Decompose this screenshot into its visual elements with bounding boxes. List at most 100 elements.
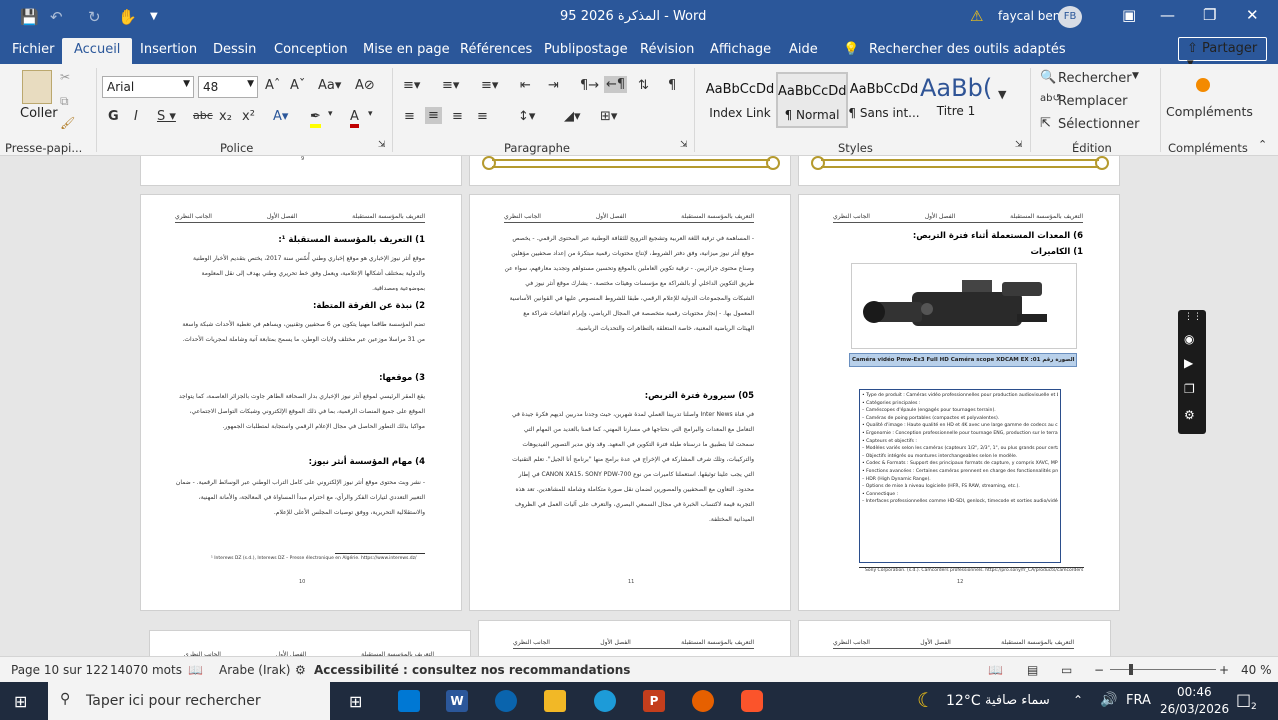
tray-chevron-icon[interactable]: ⌃ <box>1073 693 1083 707</box>
find-dropdown-icon[interactable]: ▼ <box>1132 71 1139 81</box>
accessibility-status[interactable]: Accessibilité : consultez nos recommanda… <box>314 663 630 677</box>
underline-icon[interactable]: S ▾ <box>157 109 176 124</box>
increase-indent-icon[interactable]: ⇥ <box>548 78 559 93</box>
borders-icon[interactable]: ⊞▾ <box>600 109 617 124</box>
styles-more-icon[interactable]: ▼ <box>998 88 1006 101</box>
font-color-dropdown-icon[interactable]: ▾ <box>368 109 373 119</box>
read-mode-icon[interactable]: 📖 <box>988 663 1003 677</box>
brave-icon[interactable] <box>741 690 763 712</box>
ltr-icon[interactable]: ¶→ <box>580 78 599 93</box>
store-icon[interactable] <box>398 690 420 712</box>
font-launcher-icon[interactable]: ⇲ <box>378 140 386 150</box>
styles-launcher-icon[interactable]: ⇲ <box>1015 140 1023 150</box>
outlook-icon[interactable] <box>495 690 517 712</box>
zoom-in-icon[interactable]: + <box>1219 663 1229 677</box>
font-name-field[interactable]: Arial ▼ <box>102 76 194 98</box>
style-normal[interactable]: AaBbCcDd ¶ Normal <box>776 72 848 128</box>
grow-font-icon[interactable]: Aˆ <box>265 78 280 93</box>
zoom-level[interactable]: 40 % <box>1241 663 1272 677</box>
ribbon-display-icon[interactable]: ▣ <box>1122 6 1136 24</box>
edge-icon[interactable] <box>594 690 616 712</box>
tab-revision[interactable]: Révision <box>640 42 694 57</box>
window-icon[interactable]: ❐ <box>1184 382 1200 396</box>
tab-fichier[interactable]: Fichier <box>12 42 55 57</box>
font-size-field[interactable]: 48 ▼ <box>198 76 258 98</box>
print-layout-icon[interactable]: ▤ <box>1027 663 1038 677</box>
style-index-link[interactable]: AaBbCcDd Index Link <box>704 72 776 128</box>
input-language[interactable]: FRA <box>1126 693 1151 708</box>
temperature[interactable]: 12°C <box>946 693 981 709</box>
superscript-icon[interactable]: x² <box>242 109 255 124</box>
justify-icon[interactable]: ≡ <box>477 109 488 124</box>
notifications-icon[interactable]: □ <box>1236 690 1251 709</box>
tab-affichage[interactable]: Affichage <box>710 42 771 57</box>
zoom-slider-thumb[interactable] <box>1129 664 1133 675</box>
tab-publipostage[interactable]: Publipostage <box>544 42 628 57</box>
touch-mode-icon[interactable]: ✋ <box>118 7 137 27</box>
powerpoint-icon[interactable]: P <box>643 690 665 712</box>
page-10[interactable]: الجانب النظري الفصل الأول التعريف بالمؤس… <box>140 194 462 611</box>
firefox-icon[interactable] <box>692 690 714 712</box>
shrink-font-icon[interactable]: Aˇ <box>290 78 305 93</box>
tab-mise-en-page[interactable]: Mise en page <box>363 42 450 57</box>
more-icon[interactable]: ⋮⋮ <box>1184 312 1202 326</box>
maximize-icon[interactable]: ❐ <box>1203 6 1216 24</box>
find-button[interactable]: Rechercher <box>1058 71 1132 86</box>
file-explorer-icon[interactable] <box>544 690 566 712</box>
settings-icon[interactable]: ⚙ <box>1184 408 1200 422</box>
tell-me-search[interactable]: Rechercher des outils adaptés <box>869 42 1066 57</box>
windows-start-icon[interactable]: ⊞ <box>14 692 27 711</box>
tab-references[interactable]: Références <box>460 42 532 57</box>
customize-icon[interactable]: ▼ <box>150 7 158 27</box>
web-layout-icon[interactable]: ▭ <box>1061 663 1072 677</box>
warning-icon[interactable]: ⚠ <box>970 7 983 25</box>
line-spacing-icon[interactable]: ↕▾ <box>518 109 535 124</box>
zoom-slider[interactable] <box>1110 669 1216 670</box>
highlight-dropdown-icon[interactable]: ▾ <box>328 109 333 119</box>
camera-icon[interactable]: ◉ <box>1184 332 1200 346</box>
align-right-icon[interactable]: ≡ <box>452 109 463 124</box>
word-count[interactable]: 14070 mots <box>110 663 182 677</box>
copy-icon[interactable]: ⧉ <box>60 94 69 109</box>
page-11[interactable]: الجانب النظري الفصل الأول التعريف بالمؤس… <box>469 194 791 611</box>
replace-button[interactable]: Remplacer <box>1058 94 1127 109</box>
font-color-icon[interactable]: A <box>350 109 359 128</box>
save-icon[interactable]: 💾 <box>20 7 39 27</box>
bullets-icon[interactable]: ≡▾ <box>403 78 420 93</box>
video-icon[interactable]: ▶ <box>1184 356 1200 370</box>
strikethrough-icon[interactable]: abc <box>193 109 213 122</box>
style-sans-interligne[interactable]: AaBbCcDd ¶ Sans int... <box>848 72 920 128</box>
change-case-icon[interactable]: Aa▾ <box>318 78 341 93</box>
user-name[interactable]: faycal ben <box>998 9 1060 23</box>
select-button[interactable]: Sélectionner <box>1058 117 1140 132</box>
shading-icon[interactable]: ◢▾ <box>564 109 581 124</box>
proofing-icon[interactable]: 📖 <box>188 663 203 677</box>
task-view-icon[interactable]: ⊞ <box>349 692 362 711</box>
zoom-out-icon[interactable]: − <box>1094 663 1104 677</box>
tab-accueil[interactable]: Accueil <box>62 38 133 64</box>
volume-icon[interactable]: 🔊 <box>1100 692 1117 708</box>
align-left-icon[interactable]: ≡ <box>404 109 415 124</box>
bold-icon[interactable]: G <box>108 109 119 124</box>
clock-date[interactable]: 26/03/2026 <box>1160 702 1229 716</box>
italic-icon[interactable]: I <box>134 109 138 124</box>
paste-icon[interactable] <box>22 70 52 104</box>
subscript-icon[interactable]: x₂ <box>219 109 232 124</box>
tab-insertion[interactable]: Insertion <box>140 42 197 57</box>
clock-time[interactable]: 00:46 <box>1177 685 1212 699</box>
redo-icon[interactable]: ↻ <box>88 7 101 27</box>
document-area[interactable]: 9 الجانب النظري الفصل الأول التعريف بالم… <box>0 156 1278 656</box>
tab-aide[interactable]: Aide <box>789 42 818 57</box>
page-12[interactable]: الجانب النظري الفصل الأول التعريف بالمؤس… <box>798 194 1120 611</box>
tab-dessin[interactable]: Dessin <box>213 42 256 57</box>
page-counter[interactable]: Page 10 sur 122 <box>11 663 108 677</box>
show-marks-icon[interactable]: ¶ <box>668 78 676 93</box>
text-effects-icon[interactable]: A▾ <box>273 109 288 124</box>
paste-button[interactable]: Coller <box>20 106 58 121</box>
addins-button[interactable]: Compléments <box>1166 104 1253 119</box>
paragraph-launcher-icon[interactable]: ⇲ <box>680 140 688 150</box>
style-titre-1[interactable]: AaBb( Titre 1 <box>920 72 992 128</box>
highlight-icon[interactable]: ✒ <box>310 109 321 128</box>
tab-conception[interactable]: Conception <box>274 42 348 57</box>
sort-icon[interactable]: ⇅ <box>638 78 649 93</box>
